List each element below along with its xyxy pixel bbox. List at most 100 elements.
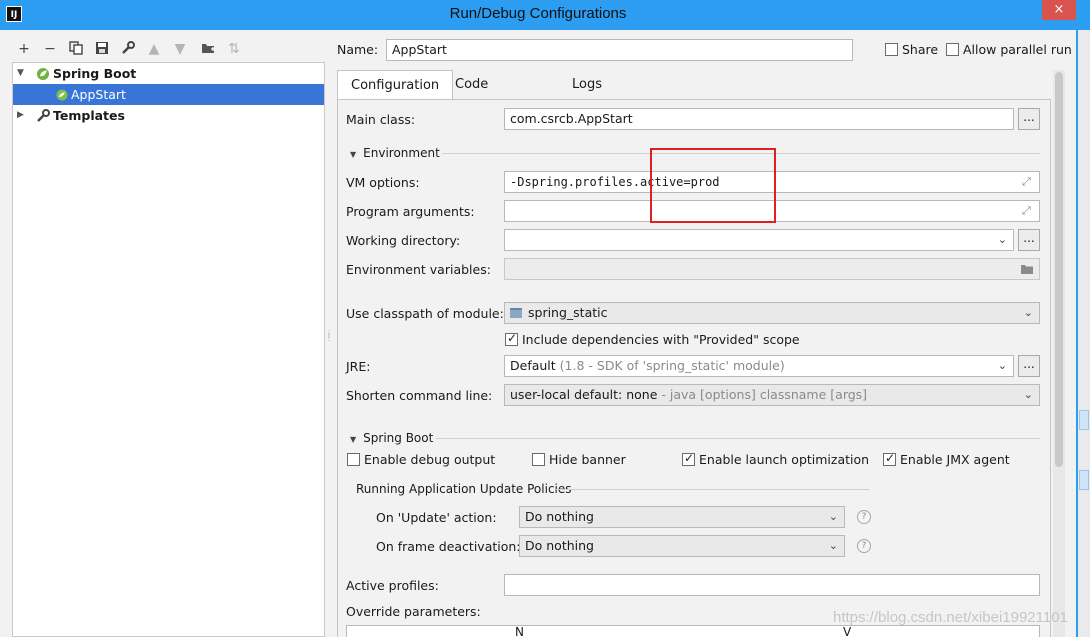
section-title: Running Application Update Policies — [356, 482, 572, 496]
name-label: Name: — [337, 42, 379, 57]
override-parameters-table-header: N V — [346, 625, 1040, 637]
classpath-module-combo[interactable]: spring_static ⌄ — [504, 302, 1040, 324]
section-title: Spring Boot — [363, 431, 434, 445]
on-update-action-combo[interactable]: Do nothing ⌄ — [519, 506, 845, 528]
combo-value: spring_static — [528, 305, 608, 320]
enable-launch-optimization-label: Enable launch optimization — [699, 452, 870, 467]
tree-item-appstart[interactable]: AppStart — [13, 84, 324, 105]
wrench-icon[interactable] — [120, 41, 136, 57]
program-arguments-label: Program arguments: — [346, 204, 475, 219]
sort-icon[interactable]: ⇅ — [226, 41, 242, 57]
chevron-down-icon[interactable]: ⌄ — [998, 232, 1007, 248]
side-marker — [1079, 470, 1089, 490]
side-marker — [1079, 410, 1089, 430]
tree-label: Spring Boot — [53, 66, 137, 81]
save-icon[interactable] — [94, 41, 110, 57]
tree-item-templates[interactable]: ▶ Templates — [13, 105, 324, 126]
combo-value: Default — [510, 358, 556, 373]
collapsed-arrow-icon[interactable]: ▶ — [17, 105, 24, 126]
copy-icon[interactable] — [68, 41, 84, 57]
move-down-icon[interactable]: ▼ — [172, 41, 188, 57]
browse-working-directory-button[interactable]: ... — [1018, 229, 1040, 251]
scrollbar-thumb[interactable] — [1055, 72, 1063, 467]
window-edge — [1076, 30, 1090, 637]
expanded-arrow-icon[interactable]: ▼ — [17, 63, 24, 84]
enable-debug-output-label: Enable debug output — [364, 452, 496, 467]
browse-main-class-button[interactable]: ... — [1018, 108, 1040, 130]
active-profiles-input[interactable] — [504, 574, 1040, 596]
expand-icon[interactable]: ⤢ — [1022, 204, 1031, 218]
wrench-icon — [37, 109, 50, 122]
shorten-command-line-label: Shorten command line: — [346, 388, 493, 403]
divider — [556, 489, 869, 490]
collapse-arrow-icon[interactable]: ▼ — [350, 150, 356, 159]
combo-value: Do nothing — [525, 538, 594, 553]
environment-section[interactable]: ▼ Environment — [350, 146, 440, 160]
include-dependencies-checkbox[interactable] — [505, 331, 518, 346]
move-up-icon[interactable]: ▲ — [146, 41, 162, 57]
chevron-down-icon[interactable]: ⌄ — [998, 358, 1007, 374]
parallel-run-label: Allow parallel run — [963, 42, 1072, 57]
tab-configuration[interactable]: Configuration — [337, 70, 454, 100]
chevron-down-icon[interactable]: ⌄ — [1024, 305, 1033, 321]
title-bar: IJ Run/Debug Configurations × — [0, 0, 1090, 30]
enable-debug-output-checkbox[interactable] — [347, 453, 360, 466]
spring-boot-section[interactable]: ▼ Spring Boot — [350, 431, 433, 445]
environment-variables-label: Environment variables: — [346, 262, 491, 277]
tree-label: AppStart — [71, 87, 126, 102]
share-label: Share — [902, 42, 939, 57]
on-frame-deactivation-combo[interactable]: Do nothing ⌄ — [519, 535, 845, 557]
tree-label: Templates — [53, 108, 125, 123]
add-icon[interactable]: + — [16, 41, 32, 57]
highlight-annotation-box — [650, 148, 776, 223]
active-profiles-label: Active profiles: — [346, 578, 439, 593]
working-directory-combo[interactable]: ⌄ — [504, 229, 1014, 251]
collapse-arrow-icon[interactable]: ▼ — [350, 435, 356, 444]
splitter-handle[interactable]: ⋮ ⋮ — [325, 330, 333, 346]
chevron-down-icon[interactable]: ⌄ — [1024, 387, 1033, 403]
update-policies-section: Running Application Update Policies — [356, 482, 572, 496]
tree-item-spring-boot[interactable]: ▼ Spring Boot — [13, 63, 324, 84]
section-title: Environment — [363, 146, 440, 160]
parallel-run-checkbox[interactable] — [946, 43, 959, 56]
help-icon[interactable]: ? — [857, 539, 871, 553]
enable-jmx-agent-checkbox[interactable] — [883, 451, 896, 466]
expand-icon[interactable]: ⤢ — [1022, 175, 1031, 189]
help-icon[interactable]: ? — [857, 510, 871, 524]
enable-launch-optimization-checkbox[interactable] — [682, 451, 695, 466]
override-parameters-label: Override parameters: — [346, 604, 481, 619]
name-input[interactable]: AppStart — [386, 39, 853, 61]
classpath-module-label: Use classpath of module: — [346, 306, 504, 321]
chevron-down-icon[interactable]: ⌄ — [829, 509, 838, 525]
close-window-button[interactable]: × — [1042, 0, 1076, 20]
column-header-name[interactable]: N — [515, 626, 524, 637]
remove-icon[interactable]: − — [42, 41, 58, 57]
on-frame-deactivation-label: On frame deactivation: — [376, 539, 521, 554]
vm-options-label: VM options: — [346, 175, 420, 190]
vertical-scrollbar[interactable] — [1053, 70, 1065, 637]
tab-code-coverage[interactable]: Code Coverage — [442, 70, 530, 122]
column-header-value[interactable]: V — [843, 626, 851, 637]
combo-value: user-local default: none — [510, 387, 658, 402]
module-icon — [510, 308, 522, 318]
shorten-command-line-combo[interactable]: user-local default: none - java [options… — [504, 384, 1040, 406]
main-class-label: Main class: — [346, 112, 416, 127]
on-update-action-label: On 'Update' action: — [376, 510, 497, 525]
share-checkbox[interactable] — [885, 43, 898, 56]
environment-variables-input[interactable] — [504, 258, 1040, 280]
browse-jre-button[interactable]: ... — [1018, 355, 1040, 377]
include-dependencies-label: Include dependencies with "Provided" sco… — [522, 332, 800, 347]
watermark: https://blog.csdn.net/xibei19921101 — [833, 609, 1068, 626]
config-toolbar: + − ▲ ▼ ⇅ — [10, 38, 310, 60]
folder-icon[interactable] — [1020, 263, 1034, 275]
new-folder-icon[interactable] — [200, 41, 216, 57]
tab-logs[interactable]: Logs — [559, 70, 615, 100]
working-directory-label: Working directory: — [346, 233, 461, 248]
enable-jmx-agent-label: Enable JMX agent — [900, 452, 1010, 467]
chevron-down-icon[interactable]: ⌄ — [829, 538, 838, 554]
combo-hint: - java [options] classname [args] — [657, 387, 868, 402]
main-class-input[interactable]: com.csrcb.AppStart — [504, 108, 1014, 130]
jre-combo[interactable]: Default (1.8 - SDK of 'spring_static' mo… — [504, 355, 1014, 377]
hide-banner-checkbox[interactable] — [532, 453, 545, 466]
window-title: Run/Debug Configurations — [449, 5, 627, 22]
